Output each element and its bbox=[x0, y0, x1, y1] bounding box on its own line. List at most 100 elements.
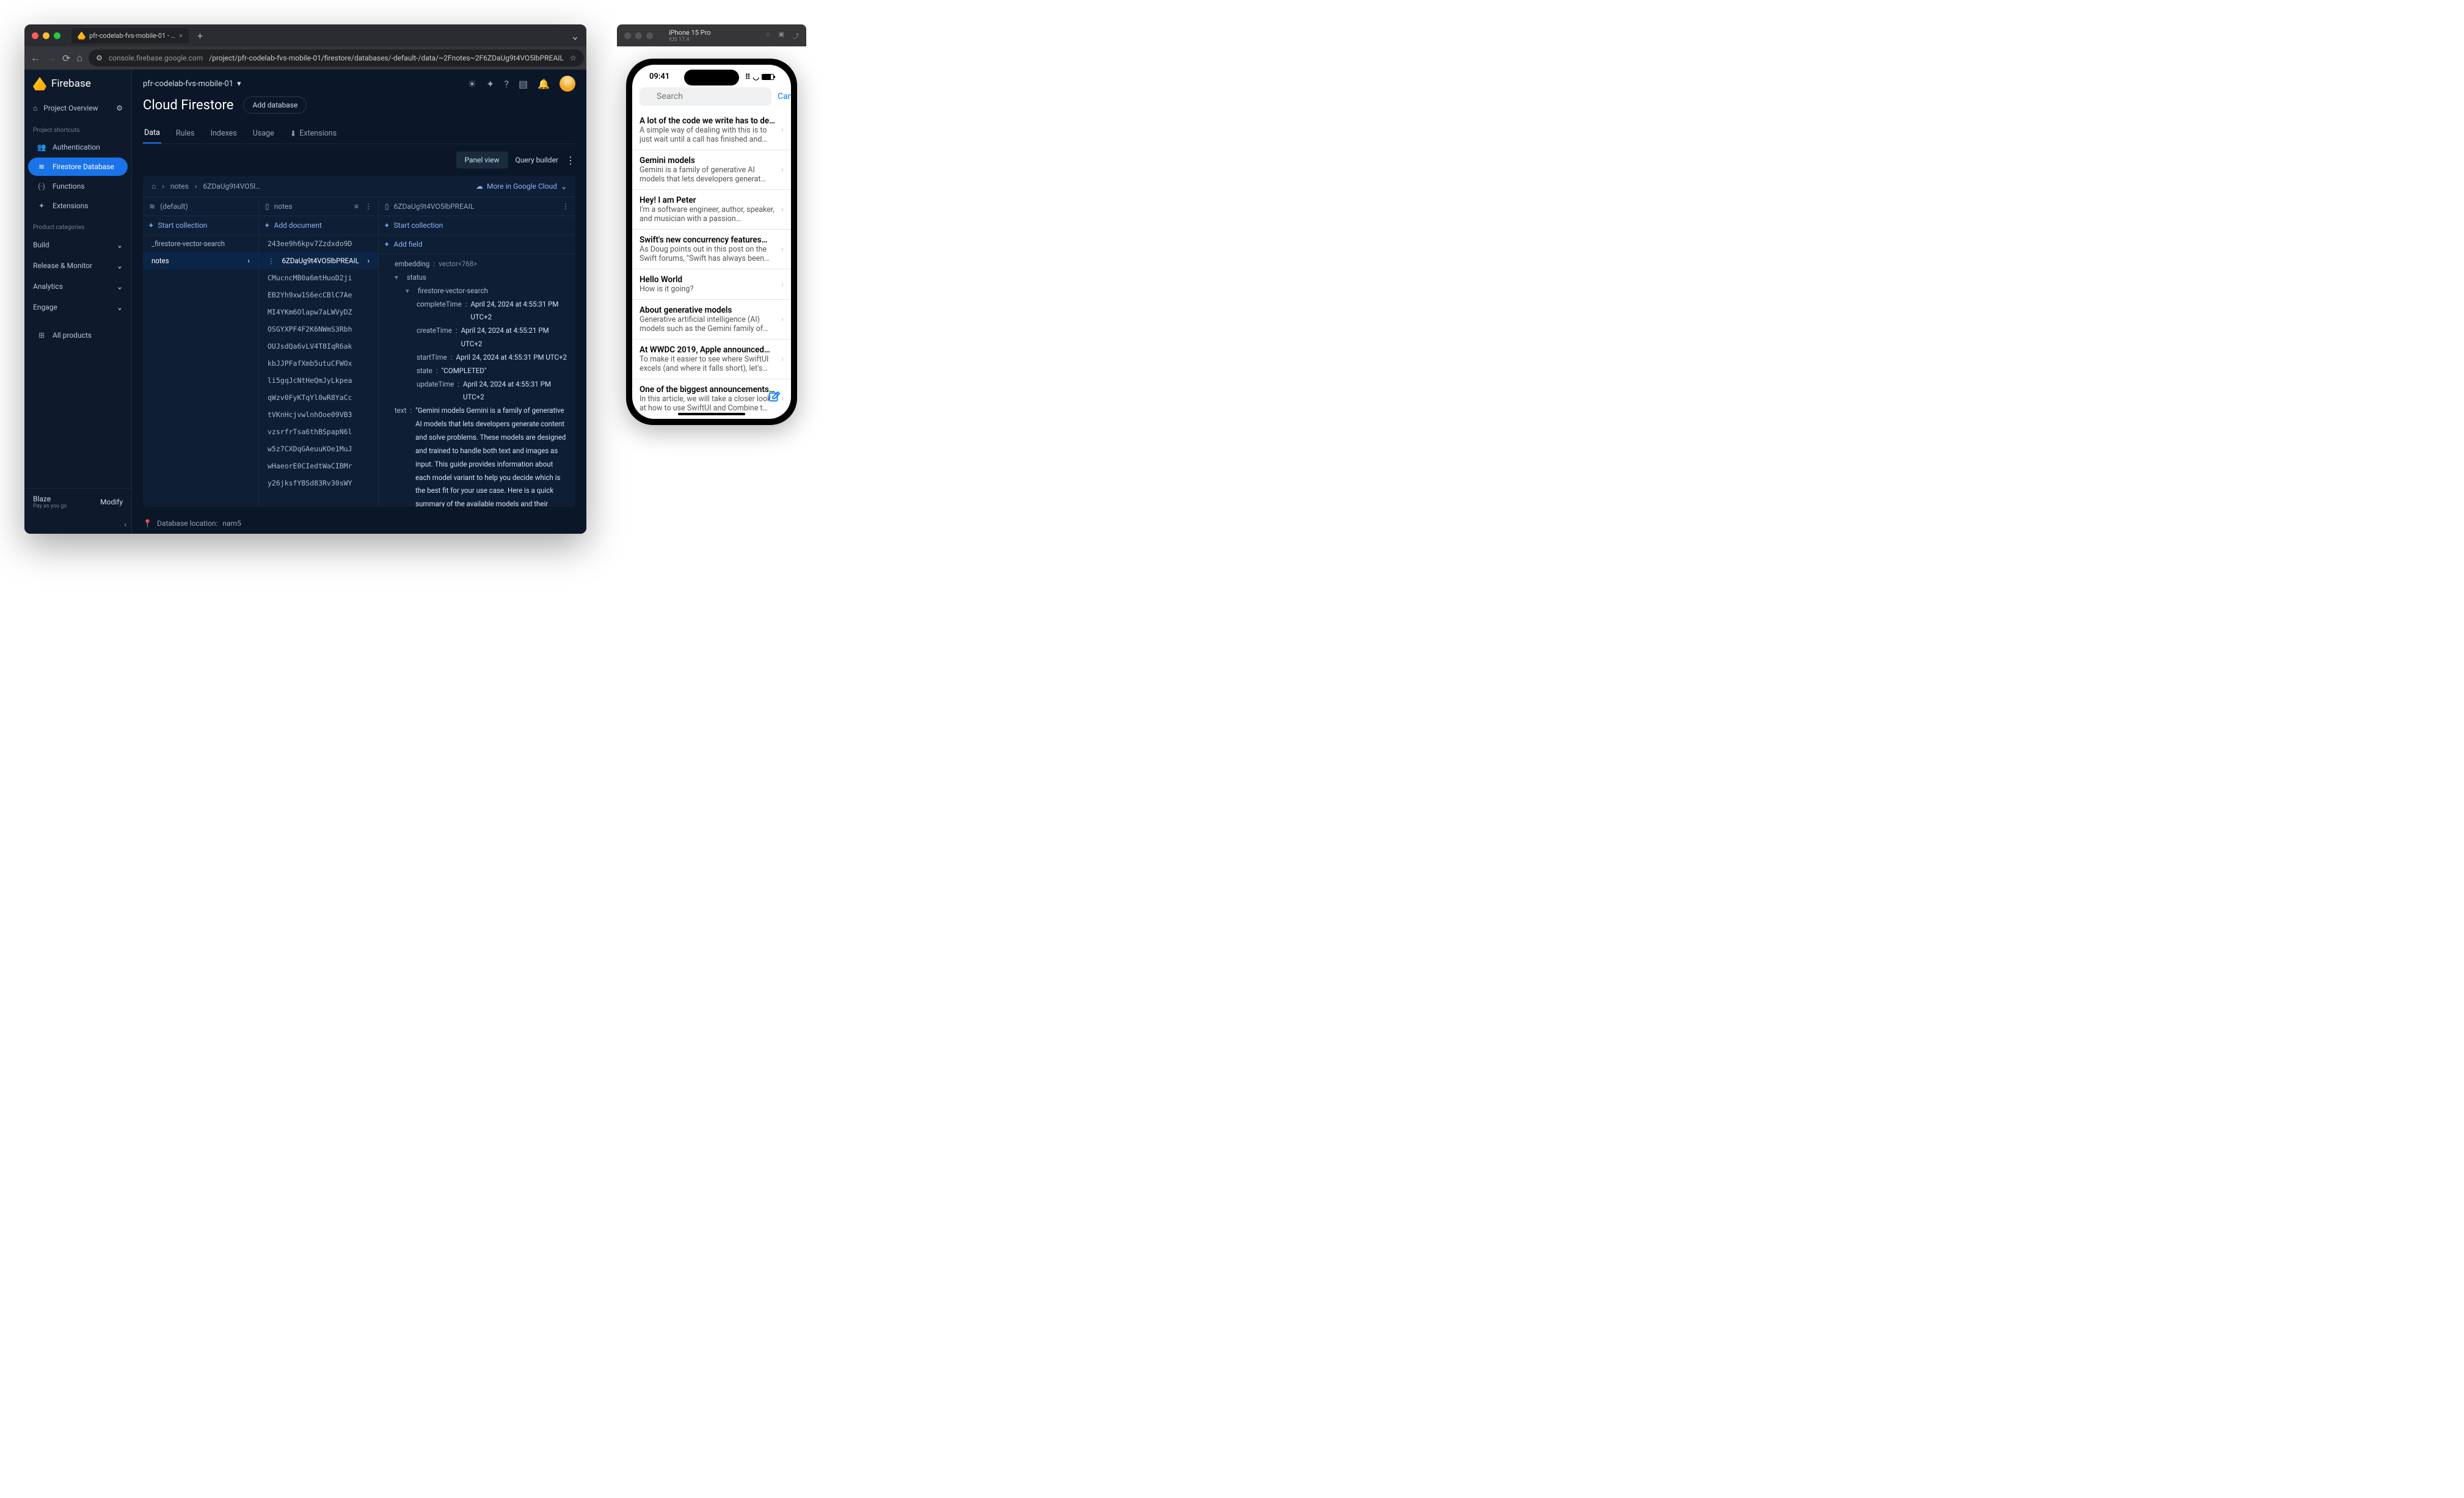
document-item[interactable]: CMucncMB0a6mtHuoD2ji bbox=[259, 269, 378, 286]
note-list-item[interactable]: Hey! I am PeterI'm a software engineer, … bbox=[632, 190, 791, 230]
add-database-button[interactable]: Add database bbox=[243, 96, 307, 114]
tab-overflow-button[interactable]: ⌄ bbox=[571, 28, 579, 43]
document-item[interactable]: y26jksfYBSd83Rv30sWY bbox=[259, 474, 378, 492]
field-row[interactable]: completeTime: April 24, 2024 at 4:55:31 … bbox=[385, 298, 569, 325]
maximize-window-button[interactable] bbox=[54, 32, 60, 39]
compose-button[interactable] bbox=[768, 390, 781, 407]
collapse-toggle-icon[interactable]: ▾ bbox=[406, 285, 412, 298]
note-list-item[interactable]: About generative modelsGenerative artifi… bbox=[632, 300, 791, 340]
project-overview-link[interactable]: ⌂ Project Overview ⚙ bbox=[24, 98, 131, 118]
column-menu-icon[interactable]: ⋮ bbox=[365, 202, 372, 211]
field-row[interactable]: startTime: April 24, 2024 at 4:55:31 PM … bbox=[385, 351, 569, 365]
field-row[interactable]: updateTime: April 24, 2024 at 4:55:31 PM… bbox=[385, 378, 569, 405]
column-menu-icon[interactable]: ⋮ bbox=[562, 202, 569, 211]
sidebar-item-firestore-database[interactable]: ≋ Firestore Database bbox=[28, 158, 128, 176]
add-document-button[interactable]: + Add document bbox=[259, 216, 378, 235]
breadcrumb-item[interactable]: 6ZDaUg9t4VO5l… bbox=[203, 182, 260, 191]
close-window-button[interactable] bbox=[32, 32, 38, 39]
new-tab-button[interactable]: + bbox=[197, 30, 203, 42]
minimize-window-button[interactable] bbox=[43, 32, 49, 39]
forward-button[interactable]: → bbox=[46, 52, 56, 64]
tab-rules[interactable]: Rules bbox=[175, 123, 196, 144]
note-list-item[interactable]: At WWDC 2019, Apple announced…To make it… bbox=[632, 340, 791, 379]
notes-icon[interactable]: ▤ bbox=[519, 78, 528, 90]
screenshot-icon[interactable]: ▣ bbox=[779, 31, 784, 40]
filter-icon[interactable]: ≡ bbox=[354, 202, 359, 211]
sidebar-all-products[interactable]: ⊞ All products bbox=[28, 326, 128, 344]
document-item[interactable]: ⋮6ZDaUg9t4VO5lbPREAIL› bbox=[259, 252, 378, 269]
collection-item[interactable]: notes › bbox=[143, 252, 258, 269]
field-row[interactable]: ▾ firestore-vector-search bbox=[385, 285, 569, 298]
notes-list[interactable]: A lot of the code we write has to de…A s… bbox=[632, 111, 791, 419]
field-row[interactable]: createTime: April 24, 2024 at 4:55:21 PM… bbox=[385, 324, 569, 351]
site-settings-icon[interactable]: ⚙ bbox=[96, 54, 103, 62]
start-collection-document[interactable]: + Start collection bbox=[379, 216, 575, 235]
more-in-gcloud-link[interactable]: ☁ More in Google Cloud ⌄ bbox=[476, 182, 567, 191]
search-input[interactable] bbox=[640, 87, 771, 106]
field-row[interactable]: state: "COMPLETED" bbox=[385, 365, 569, 378]
sidebar-category-build[interactable]: Build ⌄ bbox=[24, 235, 131, 255]
sidebar-category-release-monitor[interactable]: Release & Monitor ⌄ bbox=[24, 255, 131, 276]
collection-item[interactable]: _firestore-vector-search bbox=[143, 235, 258, 252]
close-window-button[interactable] bbox=[624, 32, 631, 39]
panel-view-button[interactable]: Panel view bbox=[456, 151, 508, 169]
tab-indexes[interactable]: Indexes bbox=[210, 123, 238, 144]
bookmark-icon[interactable]: ☆ bbox=[570, 54, 577, 62]
help-icon[interactable]: ? bbox=[504, 78, 509, 90]
start-collection-root[interactable]: + Start collection bbox=[143, 216, 258, 235]
home-indicator[interactable] bbox=[678, 413, 745, 415]
close-tab-button[interactable]: × bbox=[179, 32, 183, 40]
tab-usage[interactable]: Usage bbox=[252, 123, 275, 144]
document-item[interactable]: tVKnHcjvwlnhOoe09VB3 bbox=[259, 406, 378, 423]
document-menu-icon[interactable]: ⋮ bbox=[268, 256, 275, 265]
sidebar-item-functions[interactable]: (·) Functions bbox=[28, 177, 128, 195]
theme-toggle-icon[interactable]: ☀ bbox=[468, 78, 476, 90]
settings-gear-icon[interactable]: ⚙ bbox=[116, 104, 123, 112]
query-builder-button[interactable]: Query builder bbox=[516, 156, 558, 164]
spark-icon[interactable]: ✦ bbox=[486, 78, 494, 90]
tab-extensions[interactable]: ⬇Extensions bbox=[289, 123, 338, 144]
document-item[interactable]: wHaeorE0CIedtWaCIBMr bbox=[259, 457, 378, 474]
note-list-item[interactable]: Gemini modelsGemini is a family of gener… bbox=[632, 150, 791, 190]
sidebar-brand[interactable]: Firebase bbox=[24, 70, 131, 98]
sidebar-item-authentication[interactable]: 👥 Authentication bbox=[28, 138, 128, 156]
field-row[interactable]: text: "Gemini models Gemini is a family … bbox=[385, 404, 569, 507]
back-button[interactable]: ← bbox=[31, 52, 40, 64]
note-list-item[interactable]: Swift's new concurrency features…As Doug… bbox=[632, 230, 791, 269]
document-item[interactable]: li5gqJcNtHeQmJyLkpea bbox=[259, 372, 378, 389]
document-item[interactable]: qWzv0FyKTqYl0wR8YaCc bbox=[259, 389, 378, 406]
cancel-search-button[interactable]: Cancel bbox=[778, 92, 791, 101]
home-icon[interactable]: ⌂ bbox=[767, 31, 770, 40]
document-item[interactable]: OSGYXPF4F2K6NWmS3Rbh bbox=[259, 321, 378, 338]
reload-button[interactable]: ⟳ bbox=[62, 53, 70, 64]
more-menu-icon[interactable]: ⋮ bbox=[566, 155, 575, 166]
project-selector[interactable]: pfr-codelab-fvs-mobile-01 ▾ bbox=[143, 79, 241, 89]
note-list-item[interactable]: Hello WorldHow is it going?› bbox=[632, 269, 791, 300]
field-row[interactable]: ▾ status bbox=[385, 271, 569, 285]
field-row[interactable]: embedding: vector<768> bbox=[385, 258, 569, 271]
browser-tab[interactable]: pfr-codelab-fvs-mobile-01 - … × bbox=[71, 28, 189, 43]
maximize-window-button[interactable] bbox=[646, 32, 653, 39]
document-item[interactable]: OUJsdQa6vLV4T8IqR6ak bbox=[259, 338, 378, 355]
notifications-icon[interactable]: 🔔 bbox=[538, 78, 550, 90]
url-bar[interactable]: ⚙ console.firebase.google.com/project/pf… bbox=[89, 49, 584, 67]
share-icon[interactable]: ⤴ bbox=[793, 31, 799, 40]
tab-data[interactable]: Data bbox=[143, 123, 161, 144]
document-item[interactable]: kbJJPFafXmb5utuCFWOx bbox=[259, 355, 378, 372]
collapse-sidebar-button[interactable]: ‹ bbox=[24, 515, 131, 534]
document-item[interactable]: 243ee9h6kpv7Zzdxdo9D bbox=[259, 235, 378, 252]
breadcrumb-item[interactable]: notes bbox=[170, 182, 189, 191]
collapse-toggle-icon[interactable]: ▾ bbox=[395, 271, 401, 285]
user-avatar[interactable] bbox=[560, 76, 575, 92]
note-list-item[interactable]: A lot of the code we write has to de…A s… bbox=[632, 111, 791, 150]
modify-plan-link[interactable]: Modify bbox=[100, 498, 123, 506]
sidebar-item-extensions[interactable]: ✦ Extensions bbox=[28, 197, 128, 215]
document-item[interactable]: EB2Yh9xw1S6ecCBlC7Ae bbox=[259, 286, 378, 304]
document-item[interactable]: vzsrfrTsa6thBSpapN6l bbox=[259, 423, 378, 440]
document-item[interactable]: w5z7CXDqGAeuuKOe1MuJ bbox=[259, 440, 378, 457]
sidebar-category-analytics[interactable]: Analytics ⌄ bbox=[24, 276, 131, 297]
add-field-button[interactable]: + Add field bbox=[379, 235, 575, 254]
sidebar-category-engage[interactable]: Engage ⌄ bbox=[24, 297, 131, 318]
home-button[interactable]: ⌂ bbox=[76, 52, 82, 64]
breadcrumb-home-icon[interactable]: ⌂ bbox=[151, 182, 156, 191]
